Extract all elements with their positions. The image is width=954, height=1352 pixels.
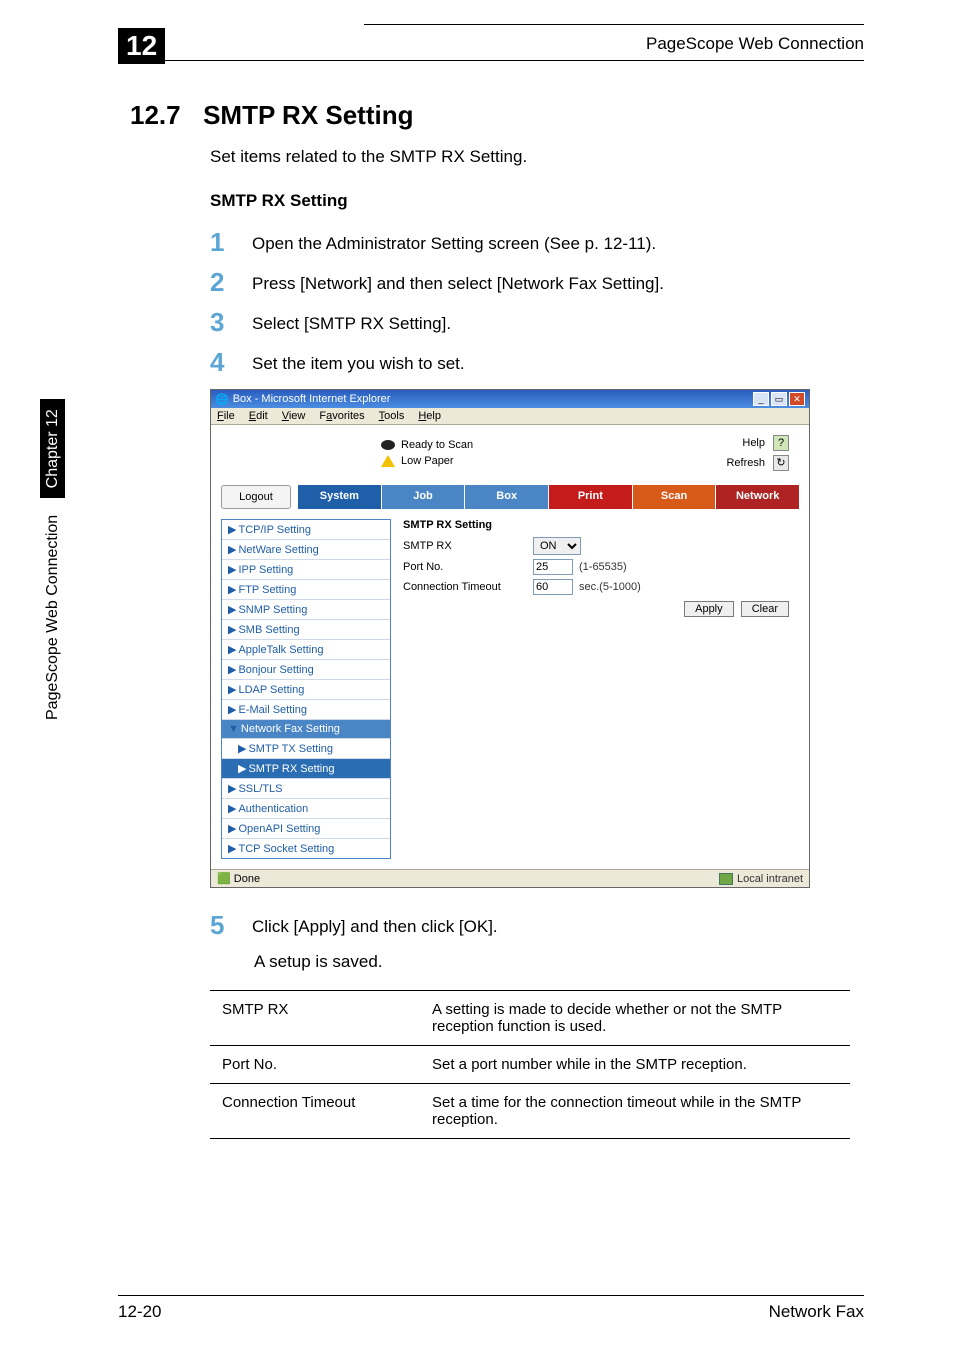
menu-favorites[interactable]: Favorites [319, 410, 364, 422]
refresh-link[interactable]: Refresh [726, 457, 765, 469]
section-title: SMTP RX Setting [203, 100, 413, 131]
menu-help[interactable]: Help [418, 410, 441, 422]
side-menu: ▶TCP/IP Setting ▶NetWare Setting ▶IPP Se… [221, 519, 391, 859]
content-panel: SMTP RX Setting SMTP RX ON Port No. (1-6… [403, 519, 799, 859]
refresh-icon[interactable]: ↻ [773, 455, 789, 471]
printer-icon [381, 440, 395, 450]
smtprx-label: SMTP RX [403, 540, 533, 552]
table-key: Connection Timeout [210, 1084, 420, 1139]
sidebar-item-appletalk[interactable]: ▶AppleTalk Setting [222, 639, 390, 659]
apply-button[interactable]: Apply [684, 601, 734, 617]
step-text-1: Open the Administrator Setting screen (S… [252, 229, 656, 254]
sidebar-item-openapi[interactable]: ▶OpenAPI Setting [222, 818, 390, 838]
tab-network[interactable]: Network [715, 485, 799, 509]
tab-scan[interactable]: Scan [632, 485, 716, 509]
status-ready: Ready to Scan [401, 439, 473, 451]
header-rule-bottom [118, 60, 864, 61]
menu-tools[interactable]: Tools [379, 410, 405, 422]
menu-bar: File Edit View Favorites Tools Help [211, 408, 809, 425]
statusbar-zone: Local intranet [737, 873, 803, 885]
sidebar-item-netware[interactable]: ▶NetWare Setting [222, 539, 390, 559]
chapter-badge: 12 [118, 28, 165, 64]
step-number-5: 5 [210, 912, 252, 938]
sidebar-item-email[interactable]: ▶E-Mail Setting [222, 699, 390, 719]
menu-edit[interactable]: Edit [249, 410, 268, 422]
tab-job[interactable]: Job [381, 485, 465, 509]
intranet-icon [719, 873, 733, 885]
menu-file[interactable]: File [217, 410, 235, 422]
header-title: PageScope Web Connection [646, 34, 864, 54]
table-row: Connection TimeoutSet a time for the con… [210, 1084, 850, 1139]
step-number-4: 4 [210, 349, 252, 375]
maximize-button[interactable]: ▭ [771, 392, 787, 406]
tab-bar: Logout System Job Box Print Scan Network [221, 485, 799, 509]
tab-system[interactable]: System [297, 485, 381, 509]
help-icon[interactable]: ? [773, 435, 789, 451]
port-input[interactable] [533, 559, 573, 575]
sidebar-item-networkfax[interactable]: ▼Network Fax Setting [222, 719, 390, 738]
sidebar-item-smtptx[interactable]: ▶SMTP TX Setting [222, 738, 390, 758]
help-link[interactable]: Help [742, 437, 765, 449]
sidebar-item-tcpsocket[interactable]: ▶TCP Socket Setting [222, 838, 390, 858]
window-title: Box - Microsoft Internet Explorer [233, 393, 391, 405]
warning-icon [381, 455, 395, 467]
table-key: SMTP RX [210, 991, 420, 1046]
step-list: 1Open the Administrator Setting screen (… [210, 229, 864, 375]
tab-box[interactable]: Box [464, 485, 548, 509]
sidebar-item-ssltls[interactable]: ▶SSL/TLS [222, 778, 390, 798]
intro-text: Set items related to the SMTP RX Setting… [210, 147, 864, 167]
step-text-4: Set the item you wish to set. [252, 349, 465, 374]
footer-page: 12-20 [118, 1302, 161, 1322]
step-text-3: Select [SMTP RX Setting]. [252, 309, 451, 334]
side-tab: PageScope Web Connection Chapter 12 [44, 399, 62, 720]
close-button[interactable]: ✕ [789, 392, 805, 406]
smtprx-select[interactable]: ON [533, 537, 581, 555]
timeout-hint: sec.(5-1000) [579, 581, 641, 593]
description-table: SMTP RXA setting is made to decide wheth… [210, 990, 850, 1139]
embedded-screenshot: 🌐 Box - Microsoft Internet Explorer _ ▭ … [210, 389, 810, 888]
port-hint: (1-65535) [579, 561, 627, 573]
window-titlebar: 🌐 Box - Microsoft Internet Explorer _ ▭ … [211, 390, 809, 408]
step-text-2: Press [Network] and then select [Network… [252, 269, 664, 294]
ie-icon: 🌐 [215, 393, 229, 406]
sidebar-item-smb[interactable]: ▶SMB Setting [222, 619, 390, 639]
sidebar-item-bonjour[interactable]: ▶Bonjour Setting [222, 659, 390, 679]
tab-print[interactable]: Print [548, 485, 632, 509]
step-text-5: Click [Apply] and then click [OK]. [252, 912, 498, 937]
footer-title: Network Fax [769, 1302, 864, 1322]
header-rule-top [364, 24, 864, 25]
timeout-input[interactable] [533, 579, 573, 595]
sub-heading: SMTP RX Setting [210, 191, 864, 211]
sidebar-item-snmp[interactable]: ▶SNMP Setting [222, 599, 390, 619]
step-number-1: 1 [210, 229, 252, 255]
sidebar-item-smtprx[interactable]: ▶SMTP RX Setting [222, 758, 390, 778]
table-val: Set a port number while in the SMTP rece… [420, 1046, 850, 1084]
minimize-button[interactable]: _ [753, 392, 769, 406]
table-key: Port No. [210, 1046, 420, 1084]
table-val: A setting is made to decide whether or n… [420, 991, 850, 1046]
sidebar-item-tcpip[interactable]: ▶TCP/IP Setting [222, 520, 390, 539]
table-row: Port No.Set a port number while in the S… [210, 1046, 850, 1084]
side-tab-text: PageScope Web Connection [44, 515, 61, 720]
step-number-2: 2 [210, 269, 252, 295]
table-row: SMTP RXA setting is made to decide wheth… [210, 991, 850, 1046]
table-val: Set a time for the connection timeout wh… [420, 1084, 850, 1139]
side-tab-chapter: Chapter 12 [40, 399, 65, 498]
status-lowpaper: Low Paper [401, 455, 454, 467]
sidebar-item-auth[interactable]: ▶Authentication [222, 798, 390, 818]
statusbar-done: Done [234, 873, 260, 885]
menu-view[interactable]: View [282, 410, 306, 422]
timeout-label: Connection Timeout [403, 581, 533, 593]
sidebar-item-ipp[interactable]: ▶IPP Setting [222, 559, 390, 579]
logout-button[interactable]: Logout [221, 485, 291, 509]
step-number-3: 3 [210, 309, 252, 335]
form-heading: SMTP RX Setting [403, 519, 799, 531]
step5-result: A setup is saved. [254, 952, 864, 972]
sidebar-item-ftp[interactable]: ▶FTP Setting [222, 579, 390, 599]
sidebar-item-ldap[interactable]: ▶LDAP Setting [222, 679, 390, 699]
clear-button[interactable]: Clear [741, 601, 789, 617]
section-number: 12.7 [130, 100, 181, 131]
port-label: Port No. [403, 561, 533, 573]
